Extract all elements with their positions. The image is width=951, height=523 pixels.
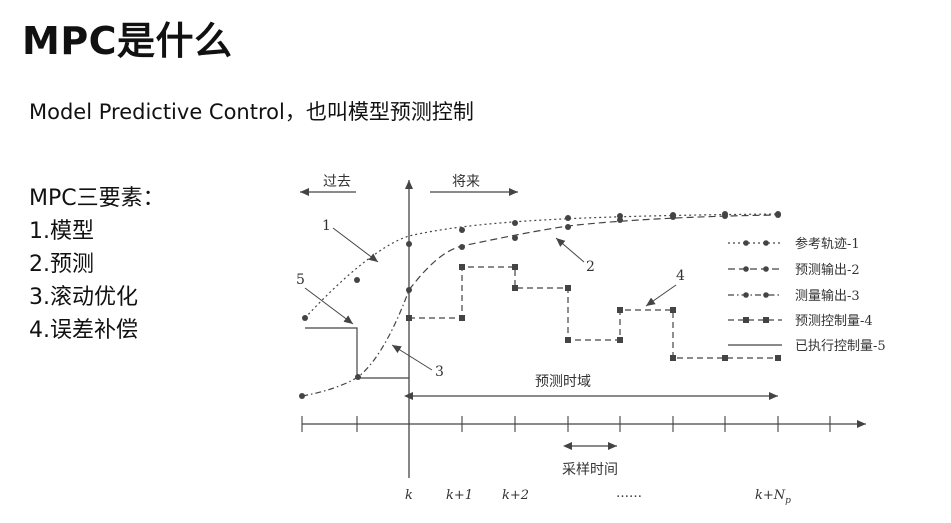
sampling-time-label: 采样时间 bbox=[562, 462, 618, 478]
tick-label-ellipsis: …… bbox=[616, 486, 642, 501]
measured-output-curve bbox=[301, 289, 410, 397]
callout-2-arrow bbox=[555, 237, 585, 263]
past-label: 过去 bbox=[323, 174, 351, 190]
callout-1-arrow bbox=[332, 227, 379, 263]
callout-5: 5 bbox=[296, 272, 305, 288]
legend: 参考轨迹-1 预测输出-2 测量输出-3 预测控制量-4 已执行控制量-5 bbox=[728, 236, 886, 354]
measured-output-points bbox=[299, 374, 361, 399]
callout-4: 4 bbox=[676, 268, 685, 284]
predicted-control-steps bbox=[409, 266, 778, 359]
tick-label-k-plus-np: k+Np bbox=[755, 488, 791, 506]
legend-reference-trajectory: 参考轨迹-1 bbox=[795, 236, 860, 252]
reference-trajectory-points bbox=[302, 211, 781, 321]
future-label: 将来 bbox=[452, 174, 480, 190]
predicted-output-curve bbox=[408, 214, 779, 291]
legend-predicted-output: 预测输出-2 bbox=[795, 262, 860, 278]
prediction-horizon-label: 预测时域 bbox=[535, 374, 591, 390]
legend-predicted-control: 预测控制量-4 bbox=[795, 314, 873, 329]
executed-control-line bbox=[305, 327, 409, 379]
mpc-diagram: 过去 将来 1 2 3 4 5 参考轨迹-1 预测输出-2 测量输出-3 预测控… bbox=[296, 174, 886, 506]
legend-measured-output: 测量输出-3 bbox=[795, 288, 860, 304]
tick-label-k-plus-1: k+1 bbox=[446, 488, 473, 503]
legend-executed-control: 已执行控制量-5 bbox=[795, 339, 886, 354]
callout-4-arrow bbox=[645, 284, 677, 307]
callout-1: 1 bbox=[322, 218, 331, 234]
callout-5-arrow bbox=[304, 287, 354, 325]
tick-label-k-plus-2: k+2 bbox=[502, 488, 529, 503]
callout-3-arrow bbox=[391, 344, 433, 371]
callout-2: 2 bbox=[586, 259, 595, 275]
reference-trajectory-curve bbox=[304, 213, 779, 319]
tick-label-k: k bbox=[405, 488, 413, 503]
callout-3: 3 bbox=[435, 364, 444, 380]
